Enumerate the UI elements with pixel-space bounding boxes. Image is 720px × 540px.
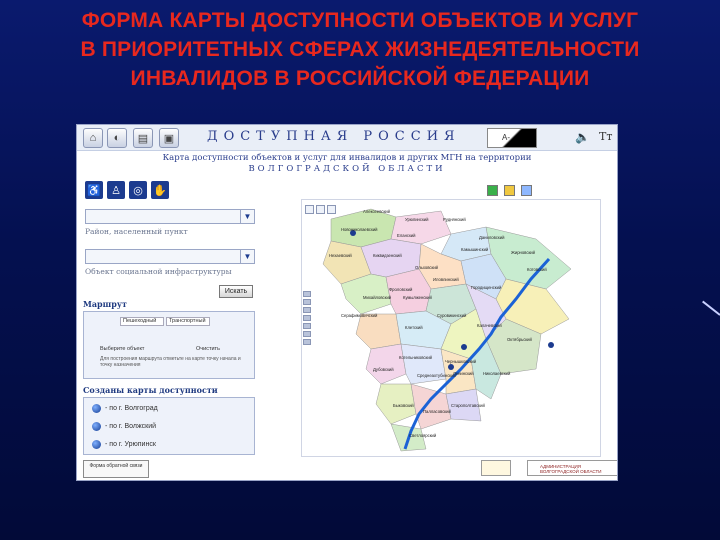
decorative-line bbox=[702, 300, 720, 316]
search-button[interactable]: Искать bbox=[219, 285, 253, 298]
region-label: Фроловский bbox=[389, 287, 413, 292]
region-label: Алексеевский bbox=[363, 209, 391, 214]
region-label: Октябрьский bbox=[507, 337, 532, 342]
tab-transport[interactable]: Транспортный bbox=[166, 317, 210, 326]
globe-icon bbox=[92, 404, 101, 413]
logo-icon[interactable] bbox=[481, 460, 511, 476]
region-label: Новониколаевский bbox=[341, 227, 378, 232]
route-from-select[interactable]: Выберите объект bbox=[100, 346, 144, 352]
map-link-volgograd[interactable]: - по г. Волгоград bbox=[92, 404, 158, 413]
map-link-uryupinsk[interactable]: - по г. Урюпинск bbox=[92, 440, 156, 449]
wheelchair-icon[interactable]: ♿ bbox=[85, 181, 103, 199]
infrastructure-select[interactable]: ▼ bbox=[85, 249, 255, 264]
print-icon[interactable]: ▤ bbox=[133, 128, 153, 148]
maps-heading: Созданы карты доступности bbox=[83, 385, 218, 395]
region-label: Руднянский bbox=[443, 217, 466, 222]
route-controls: Выберите объект Очистить bbox=[100, 346, 250, 355]
walking-person-icon[interactable]: ♙ bbox=[107, 181, 125, 199]
region-label: Урюпинский bbox=[405, 217, 429, 222]
region-label: Старополтавский bbox=[451, 403, 485, 408]
chevron-down-icon[interactable]: ▼ bbox=[240, 250, 254, 263]
home-icon[interactable]: ⌂ bbox=[83, 128, 103, 148]
map-link-volzhsky[interactable]: - по г. Волжский bbox=[92, 422, 156, 431]
category-icons: ♿ ♙ ◎ ✋ bbox=[85, 181, 169, 199]
administration-link[interactable]: АДМИНИСТРАЦИЯ ВОЛГОГРАДСКОЙ ОБЛАСТИ bbox=[527, 460, 617, 476]
region-label: Нехаевский bbox=[329, 253, 352, 258]
region-polygons bbox=[322, 208, 572, 452]
map-link-label: - по г. Волгоград bbox=[105, 405, 158, 412]
slide-title-line1: ФОРМА КАРТЫ ДОСТУПНОСТИ ОБЪЕКТОВ И УСЛУГ bbox=[81, 9, 639, 32]
region-label: Камышинский bbox=[461, 247, 489, 252]
region-label: Серафимовичский bbox=[341, 313, 378, 318]
region-label: Михайловский bbox=[363, 295, 392, 300]
contrast-toggle[interactable]: А- bbox=[487, 128, 537, 148]
region-label: Палласовский bbox=[423, 409, 451, 414]
map-link-label: - по г. Урюпинск bbox=[105, 441, 156, 448]
district-caption: Район, населенный пункт bbox=[85, 227, 188, 236]
maps-list: - по г. Волгоград - по г. Волжский - по … bbox=[83, 397, 255, 455]
region-label: Жирновский bbox=[511, 250, 536, 255]
photo-view-icon[interactable] bbox=[521, 185, 532, 196]
route-heading: Маршрут bbox=[83, 299, 127, 309]
region-label: Еланский bbox=[397, 233, 416, 238]
region-label: Котовский bbox=[527, 267, 547, 272]
globe-icon bbox=[92, 440, 101, 449]
site-toolbar: ⌂ ◐ ▤ ▣ ДОСТУПНАЯ РОССИЯ А- 🔈 Тт bbox=[77, 125, 617, 151]
map-view-icons bbox=[487, 185, 532, 196]
infrastructure-caption: Объект социальной инфраструктуры bbox=[85, 267, 232, 276]
route-clear-button[interactable]: Очистить bbox=[196, 346, 220, 352]
location-marker[interactable] bbox=[548, 342, 554, 348]
site-subtitle: Карта доступности объектов и услуг для и… bbox=[77, 153, 617, 175]
region-label: Среднеахтубинский bbox=[417, 373, 456, 378]
region-label: Суровикинский bbox=[437, 313, 467, 318]
map-link-label: - по г. Волжский bbox=[105, 423, 157, 430]
location-marker[interactable] bbox=[448, 364, 454, 370]
district-select[interactable]: ▼ bbox=[85, 209, 255, 224]
feedback-link[interactable]: Форма обратной связи bbox=[83, 460, 149, 478]
site-title: ДОСТУПНАЯ РОССИЯ bbox=[207, 129, 461, 144]
route-panel: Пешеходный Транспортный Выберите объект … bbox=[83, 311, 255, 379]
region-label: Городищенский bbox=[471, 285, 502, 290]
embedded-screenshot: ⌂ ◐ ▤ ▣ ДОСТУПНАЯ РОССИЯ А- 🔈 Тт Карта д… bbox=[76, 124, 618, 481]
slide-title-line2: В ПРИОРИТЕТНЫХ СФЕРАХ ЖИЗНЕДЕЯТЕЛЬНОСТИ bbox=[80, 38, 640, 61]
region-map[interactable]: Алексеевский Урюпинский Новониколаевский Не… bbox=[301, 199, 601, 457]
globe-icon bbox=[92, 422, 101, 431]
sound-icon[interactable]: 🔈 bbox=[575, 130, 590, 144]
location-marker[interactable] bbox=[461, 344, 467, 350]
hearing-icon[interactable]: ◎ bbox=[129, 181, 147, 199]
region-label: Кумылженский bbox=[403, 295, 433, 300]
font-size-toggle[interactable]: Тт bbox=[599, 130, 612, 143]
region-label: Светлоярский bbox=[409, 433, 437, 438]
tab-walking[interactable]: Пешеходный bbox=[120, 317, 164, 326]
subtitle-line2: ВОЛГОГРАДСКОЙ ОБЛАСТИ bbox=[248, 164, 446, 174]
region-label: Дубовский bbox=[373, 367, 394, 372]
chevron-down-icon[interactable]: ▼ bbox=[240, 210, 254, 223]
region-label: Иловлинский bbox=[433, 277, 459, 282]
region-label: Ольховский bbox=[415, 265, 439, 270]
region-label: Даниловский bbox=[479, 235, 505, 240]
sign-language-icon[interactable]: ✋ bbox=[151, 181, 169, 199]
route-tabs: Пешеходный Транспортный bbox=[120, 317, 210, 326]
map-view-icon[interactable] bbox=[487, 185, 498, 196]
subtitle-line1: Карта доступности объектов и услуг для и… bbox=[162, 153, 532, 163]
region-label: Клетский bbox=[405, 325, 423, 330]
region-label: Николаевский bbox=[483, 371, 511, 376]
region-label: Котельниковский bbox=[399, 355, 433, 360]
region-label: Ленинский bbox=[453, 371, 474, 376]
list-view-icon[interactable] bbox=[504, 185, 515, 196]
slide-title: ФОРМА КАРТЫ ДОСТУПНОСТИ ОБЪЕКТОВ И УСЛУГ… bbox=[20, 6, 700, 93]
back-icon[interactable]: ◐ bbox=[107, 128, 127, 148]
region-label: Чернышковский bbox=[445, 359, 477, 364]
region-label: Киквидзенский bbox=[373, 253, 402, 258]
settings-icon[interactable]: ▣ bbox=[159, 128, 179, 148]
region-label: Быковский bbox=[393, 403, 414, 408]
route-note: Для построения маршрута отметьте на карт… bbox=[100, 356, 241, 368]
slide-title-line3: ИНВАЛИДОВ В РОССИЙСКОЙ ФЕДЕРАЦИИ bbox=[130, 67, 590, 90]
region-label: Калачевский bbox=[477, 323, 502, 328]
